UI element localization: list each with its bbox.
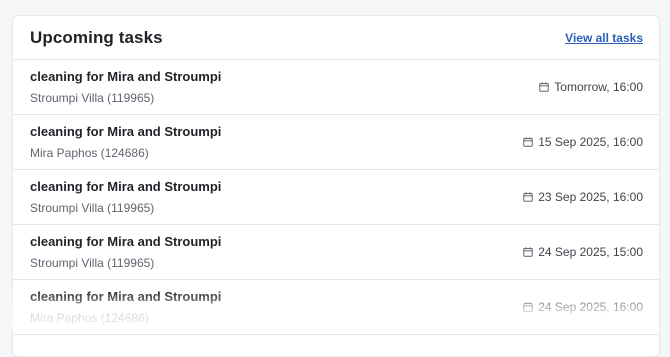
task-date-label: Tomorrow, 16:00 — [554, 80, 643, 94]
task-row[interactable]: cleaning for Mira and Stroumpi Stroumpi … — [13, 170, 659, 225]
task-title: cleaning for Mira and Stroumpi — [30, 289, 222, 304]
task-property: Mira Paphos (124686) — [30, 311, 149, 325]
task-property: Mira Paphos (124686) — [30, 146, 149, 160]
task-title: cleaning for Mira and Stroumpi — [30, 234, 222, 249]
task-row[interactable]: cleaning for Mira and Stroumpi Mira Paph… — [13, 115, 659, 170]
task-property: Stroumpi Villa (119965) — [30, 201, 155, 215]
view-all-tasks-link[interactable]: View all tasks — [565, 31, 643, 45]
task-property: Stroumpi Villa (119965) — [30, 256, 155, 270]
task-title: cleaning for Mira and Stroumpi — [30, 179, 222, 194]
task-row[interactable]: cleaning for Mira and Stroumpi Mira Paph… — [13, 280, 659, 335]
task-date-label: 24 Sep 2025, 15:00 — [538, 245, 643, 259]
task-date: 23 Sep 2025, 16:00 — [523, 190, 643, 204]
task-info: cleaning for Mira and Stroumpi Mira Paph… — [30, 289, 221, 325]
task-title: cleaning for Mira and Stroumpi — [30, 124, 222, 139]
task-date: 24 Sep 2025, 15:00 — [523, 245, 643, 259]
calendar-icon — [539, 82, 550, 92]
card-header: Upcoming tasks View all tasks — [13, 16, 659, 60]
upcoming-tasks-card: Upcoming tasks View all tasks cleaning f… — [12, 15, 660, 357]
task-info: cleaning for Mira and Stroumpi Stroumpi … — [30, 179, 221, 215]
task-date: 24 Sep 2025, 16:00 — [523, 300, 643, 314]
task-date-label: 23 Sep 2025, 16:00 — [538, 190, 643, 204]
task-date-label: 15 Sep 2025, 16:00 — [538, 135, 643, 149]
task-property: Stroumpi Villa (119965) — [30, 91, 155, 105]
calendar-icon — [523, 192, 533, 202]
calendar-icon — [523, 247, 533, 257]
task-date: 15 Sep 2025, 16:00 — [523, 135, 643, 149]
card-title: Upcoming tasks — [30, 27, 163, 47]
task-info: cleaning for Mira and Stroumpi Mira Paph… — [30, 124, 221, 160]
task-row[interactable]: cleaning for Mira and Stroumpi Stroumpi … — [13, 225, 659, 280]
task-title: cleaning for Mira and Stroumpi — [30, 69, 222, 84]
calendar-icon — [523, 137, 533, 147]
calendar-icon — [523, 302, 533, 312]
task-row[interactable]: cleaning for Mira and Stroumpi Stroumpi … — [13, 60, 659, 115]
task-date: Tomorrow, 16:00 — [539, 80, 643, 94]
task-info: cleaning for Mira and Stroumpi Stroumpi … — [30, 69, 221, 105]
task-info: cleaning for Mira and Stroumpi Stroumpi … — [30, 234, 221, 270]
task-date-label: 24 Sep 2025, 16:00 — [538, 300, 643, 314]
